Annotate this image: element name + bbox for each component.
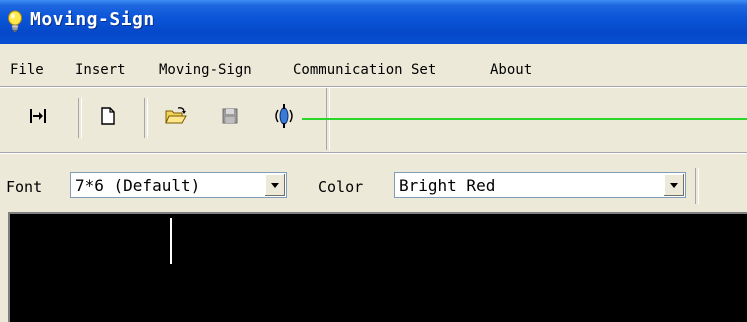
sign-editor-canvas[interactable] — [8, 212, 747, 322]
menu-communication-set[interactable]: Communication Set — [293, 58, 436, 82]
open-folder-icon — [165, 107, 187, 124]
menu-file[interactable]: File — [10, 58, 44, 82]
fit-width-icon — [30, 109, 46, 123]
chevron-down-icon[interactable] — [663, 174, 684, 196]
window-title: Moving-Sign — [30, 9, 155, 30]
font-label: Font — [6, 178, 43, 196]
font-select[interactable]: 7*6 (Default) — [70, 172, 287, 198]
title-bar: Moving-Sign — [0, 0, 747, 44]
chevron-down-icon[interactable] — [264, 174, 285, 196]
progress-line — [302, 118, 747, 120]
menu-bar: File Insert Moving-Sign Communication Se… — [0, 58, 747, 82]
menu-insert[interactable]: Insert — [75, 58, 126, 82]
lightbulb-icon — [8, 10, 22, 32]
menu-about[interactable]: About — [490, 58, 532, 82]
color-select[interactable]: Bright Red — [394, 172, 686, 198]
transmit-button[interactable] — [268, 100, 300, 132]
fit-width-button[interactable] — [22, 100, 54, 132]
transmit-icon — [275, 104, 293, 128]
format-bar-separator — [695, 168, 699, 204]
text-cursor — [170, 218, 172, 264]
toolbar-separator — [78, 98, 82, 138]
new-button[interactable] — [92, 100, 124, 132]
color-select-value: Bright Red — [399, 176, 496, 195]
open-button[interactable] — [160, 100, 192, 132]
toolbar — [0, 88, 747, 150]
toolbar-divider-highlight — [0, 153, 747, 154]
save-button[interactable] — [214, 100, 246, 132]
format-bar: Font 7*6 (Default) Color Bright Red — [0, 160, 747, 210]
save-disk-icon — [222, 108, 238, 124]
toolbar-separator — [144, 98, 148, 138]
new-document-icon — [101, 107, 115, 125]
font-select-value: 7*6 (Default) — [75, 176, 201, 195]
color-label: Color — [318, 178, 364, 196]
menu-moving-sign[interactable]: Moving-Sign — [159, 58, 252, 82]
